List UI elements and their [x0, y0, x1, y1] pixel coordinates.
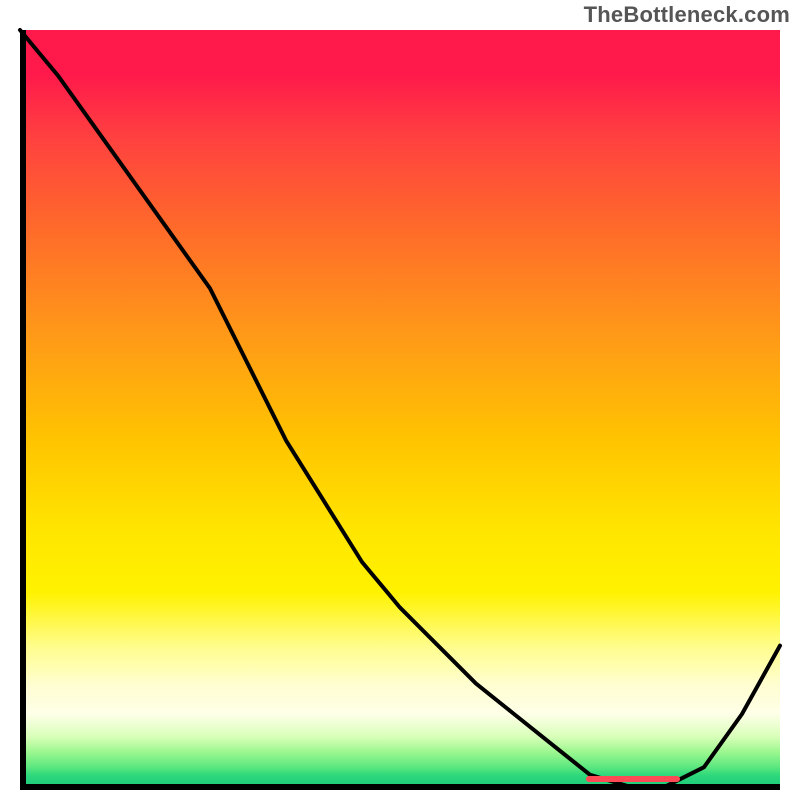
attribution-label: TheBottleneck.com — [584, 2, 790, 28]
bottleneck-curve — [20, 30, 780, 790]
figure-root: TheBottleneck.com — [0, 0, 800, 800]
optimal-range-marker — [586, 776, 679, 782]
plot-area — [20, 30, 780, 790]
